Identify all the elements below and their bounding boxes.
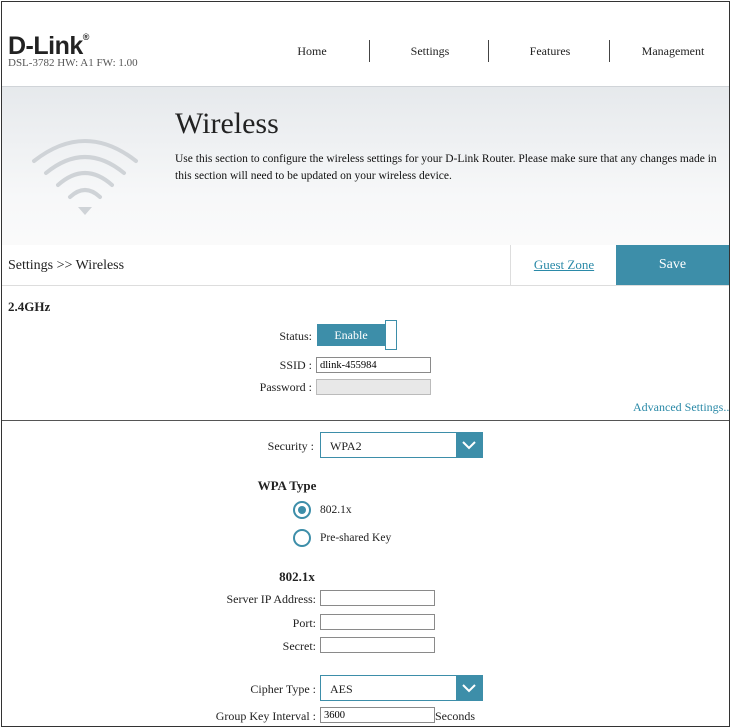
band-title: 2.4GHz [8, 299, 51, 314]
status-label: Status: [279, 329, 312, 343]
cipher-type-value: AES [330, 682, 353, 696]
port-label: Port: [292, 616, 316, 630]
password-label: Password : [259, 380, 312, 394]
server-ip-label: Server IP Address: [226, 592, 316, 606]
nav-divider [488, 40, 489, 62]
radio-8021x[interactable] [293, 501, 311, 519]
wifi-icon [32, 139, 138, 215]
nav-management[interactable]: Management [628, 44, 718, 59]
group-key-label: Group Key Interval : [215, 709, 316, 723]
status-toggle-label: Enable [317, 324, 385, 346]
chevron-down-icon [456, 433, 482, 457]
guest-zone-button[interactable]: Guest Zone [510, 245, 617, 285]
radio-pre-shared-key[interactable] [293, 529, 311, 547]
port-input[interactable] [320, 614, 435, 630]
breadcrumb: Settings >> Wireless [8, 258, 125, 273]
ssid-input[interactable] [316, 357, 431, 373]
security-select-value: WPA2 [330, 439, 362, 453]
chevron-down-icon [456, 676, 482, 700]
save-button[interactable]: Save [616, 245, 729, 285]
page-banner: Wireless Use this section to configure t… [2, 86, 729, 246]
radio-8021x-label: 802.1x [320, 504, 352, 516]
model-info: DSL-3782 HW: A1 FW: 1.00 [8, 57, 138, 69]
status-toggle[interactable]: Enable [317, 320, 397, 350]
secret-input[interactable] [320, 637, 435, 653]
nav-features[interactable]: Features [510, 44, 590, 59]
nav-divider [609, 40, 610, 62]
section-divider [2, 420, 729, 421]
top-bar: D-Link® DSL-3782 HW: A1 FW: 1.00 Home Se… [2, 2, 729, 86]
advanced-settings-link[interactable]: Advanced Settings... [633, 400, 729, 415]
nav-divider [369, 40, 370, 62]
group-key-input[interactable] [320, 707, 435, 723]
server-ip-input[interactable] [320, 590, 435, 606]
password-input[interactable] [316, 379, 431, 395]
page-description: Use this section to configure the wirele… [175, 153, 717, 182]
page-title: Wireless [175, 107, 279, 140]
radio-pre-shared-key-label: Pre-shared Key [320, 532, 392, 544]
security-label: Security : [267, 439, 314, 453]
wpa-type-heading: WPA Type [257, 478, 317, 493]
group-key-unit: Seconds [435, 709, 475, 723]
toggle-knob [385, 320, 397, 350]
radius-heading: 802.1x [279, 569, 315, 584]
secret-label: Secret: [282, 639, 316, 653]
nav-home[interactable]: Home [272, 44, 352, 59]
nav-settings[interactable]: Settings [390, 44, 470, 59]
breadcrumb-bar: Settings >> Wireless Guest Zone Save [2, 245, 729, 286]
security-select[interactable]: WPA2 [320, 432, 483, 458]
ssid-label: SSID : [279, 358, 312, 372]
cipher-type-label: Cipher Type : [250, 682, 316, 696]
router-admin-window: D-Link® DSL-3782 HW: A1 FW: 1.00 Home Se… [1, 1, 730, 727]
cipher-type-select[interactable]: AES [320, 675, 483, 701]
